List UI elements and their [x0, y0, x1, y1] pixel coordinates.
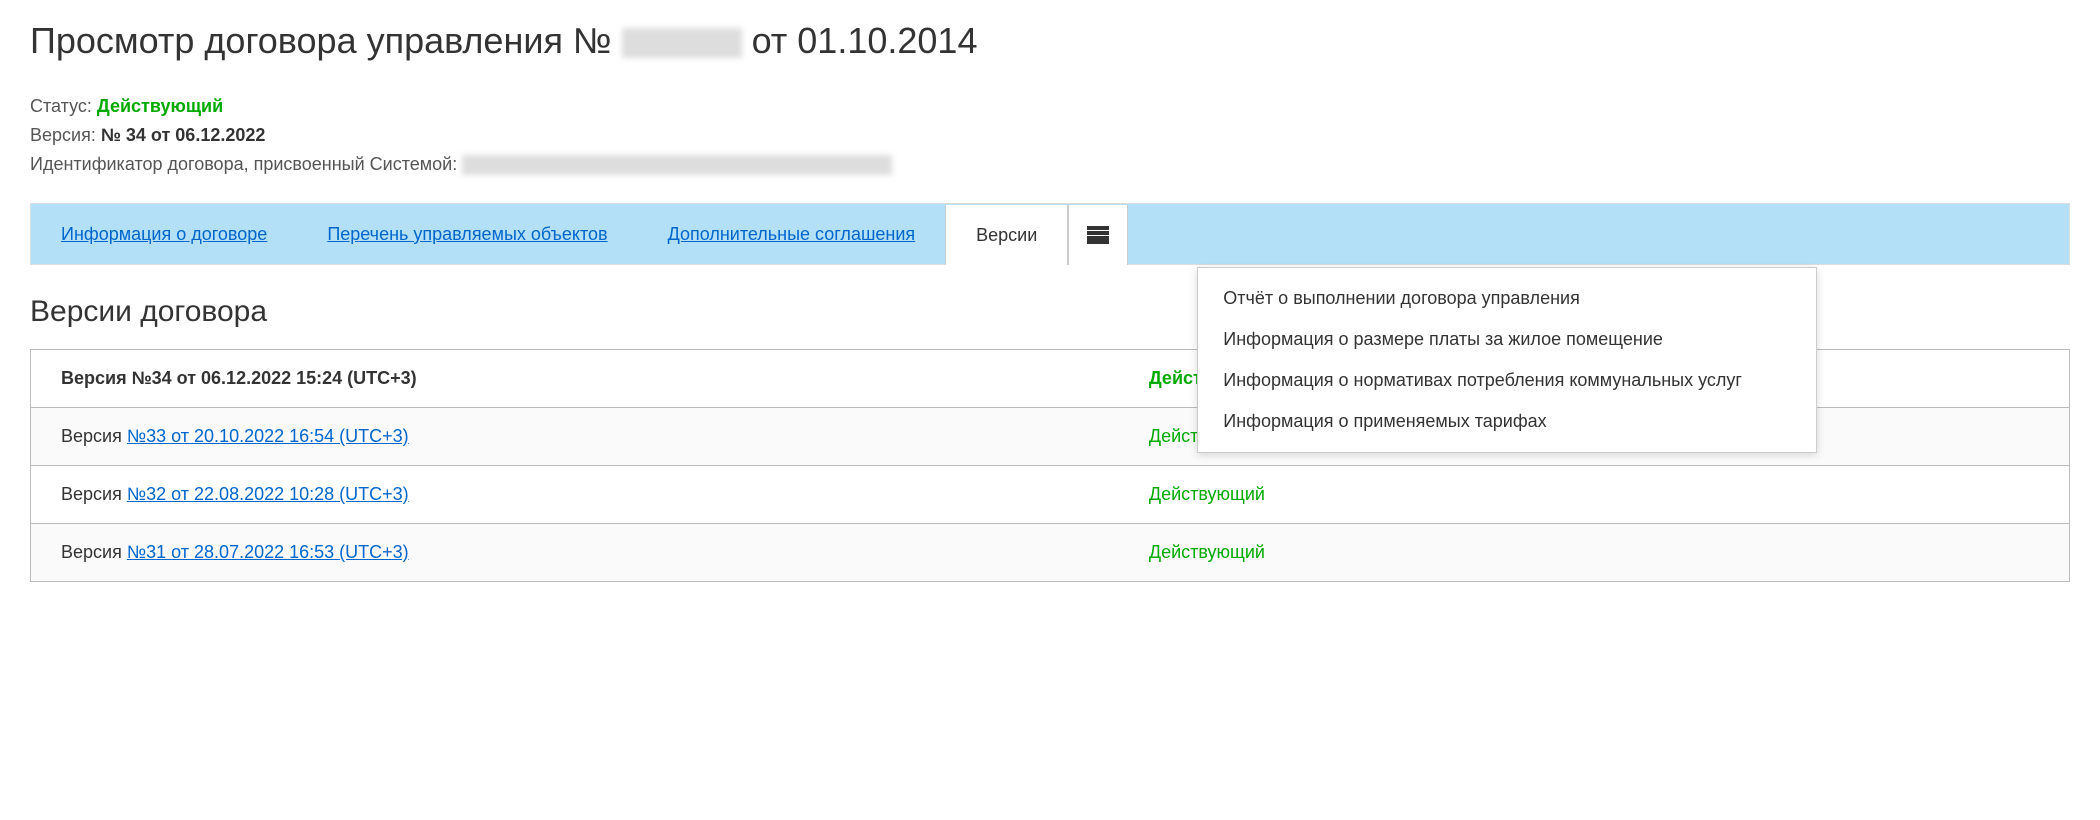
table-row: Версия №31 от 28.07.2022 16:53 (UTC+3) Д… — [31, 524, 2069, 581]
version-prefix: Версия — [61, 426, 127, 446]
version-link[interactable]: №31 от 28.07.2022 16:53 (UTC+3) — [127, 542, 409, 562]
title-suffix: от 01.10.2014 — [742, 20, 978, 61]
hamburger-icon — [1087, 226, 1109, 244]
table-row: Версия №32 от 22.08.2022 10:28 (UTC+3) Д… — [31, 466, 2069, 524]
version-link[interactable]: №32 от 22.08.2022 10:28 (UTC+3) — [127, 484, 409, 504]
title-prefix: Просмотр договора управления № — [30, 20, 622, 61]
tab-menu-button[interactable]: Отчёт о выполнении договора управления И… — [1068, 205, 1128, 265]
version-status: Действующий — [1149, 542, 2039, 563]
dropdown-item-report[interactable]: Отчёт о выполнении договора управления — [1198, 278, 1816, 319]
version-cell: Версия №34 от 06.12.2022 15:24 (UTC+3) — [61, 368, 1149, 389]
version-text: Версия №34 от 06.12.2022 15:24 (UTC+3) — [61, 368, 417, 388]
id-label: Идентификатор договора, присвоенный Сист… — [30, 154, 462, 174]
version-prefix: Версия — [61, 542, 127, 562]
version-status: Действующий — [1149, 484, 2039, 505]
version-prefix: Версия — [61, 484, 127, 504]
id-row: Идентификатор договора, присвоенный Сист… — [30, 150, 2070, 179]
version-row: Версия: № 34 от 06.12.2022 — [30, 121, 2070, 150]
status-row: Статус: Действующий — [30, 92, 2070, 121]
tab-info[interactable]: Информация о договоре — [31, 204, 297, 264]
redacted-number — [622, 28, 742, 58]
tab-objects[interactable]: Перечень управляемых объектов — [297, 204, 637, 264]
meta-block: Статус: Действующий Версия: № 34 от 06.1… — [30, 92, 2070, 178]
version-value: № 34 от 06.12.2022 — [101, 125, 266, 145]
dropdown-menu: Отчёт о выполнении договора управления И… — [1197, 267, 1817, 453]
dropdown-item-payment[interactable]: Информация о размере платы за жилое поме… — [1198, 319, 1816, 360]
version-cell: Версия №33 от 20.10.2022 16:54 (UTC+3) — [61, 426, 1149, 447]
tab-agreements[interactable]: Дополнительные соглашения — [638, 204, 946, 264]
spacer — [1128, 204, 2069, 264]
status-badge: Действующий — [97, 96, 223, 116]
version-link[interactable]: №33 от 20.10.2022 16:54 (UTC+3) — [127, 426, 409, 446]
version-label: Версия: — [30, 125, 101, 145]
tabs-container: Информация о договоре Перечень управляем… — [30, 203, 2070, 265]
dropdown-item-tariffs[interactable]: Информация о применяемых тарифах — [1198, 401, 1816, 442]
version-cell: Версия №31 от 28.07.2022 16:53 (UTC+3) — [61, 542, 1149, 563]
page-title: Просмотр договора управления № от 01.10.… — [30, 20, 2070, 62]
dropdown-item-norms[interactable]: Информация о нормативах потребления комм… — [1198, 360, 1816, 401]
status-label: Статус: — [30, 96, 97, 116]
redacted-id — [462, 155, 892, 175]
version-cell: Версия №32 от 22.08.2022 10:28 (UTC+3) — [61, 484, 1149, 505]
tab-versions[interactable]: Версии — [945, 205, 1068, 265]
